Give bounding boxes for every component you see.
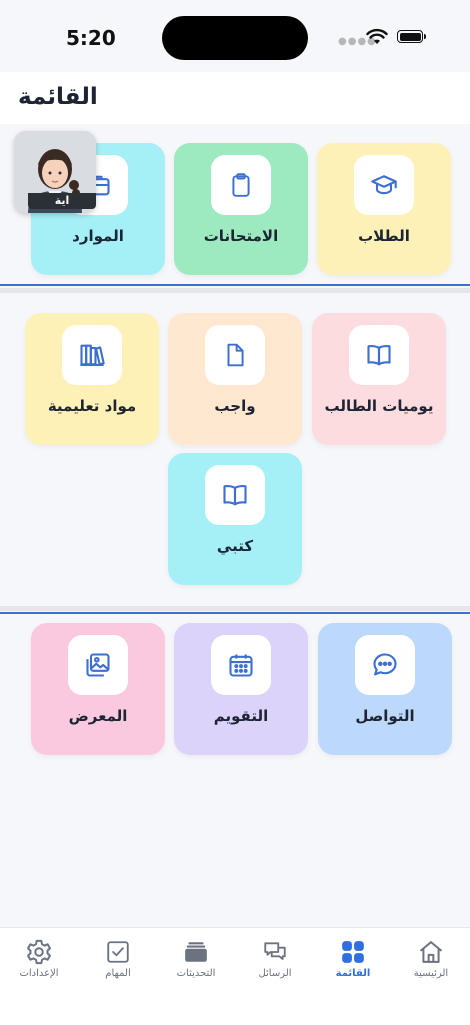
messages-icon [259, 936, 291, 968]
status-time: 5:20 [66, 26, 116, 50]
nav-label: التحديثات [176, 968, 216, 979]
nav-item-messages[interactable]: الرسائل [236, 928, 314, 998]
document-icon [205, 325, 265, 385]
nav-item-home[interactable]: الرئيسية [392, 928, 470, 998]
tile-communication[interactable]: التواصل [318, 623, 452, 755]
updates-icon [180, 936, 212, 968]
books-icon [62, 325, 122, 385]
checkbox-icon [102, 936, 134, 968]
gear-icon [23, 936, 55, 968]
tile-label: كتبي [216, 537, 254, 555]
nav-label: الرئيسية [413, 968, 449, 979]
tile-gallery[interactable]: المعرض [31, 623, 165, 755]
dynamic-island [162, 16, 308, 60]
battery-tip [424, 34, 426, 39]
tile-label: مواد تعليمية [47, 397, 137, 415]
nav-item-updates[interactable]: التحديثات [157, 928, 235, 998]
nav-item-settings[interactable]: الإعدادات [0, 928, 78, 998]
nav-item-tasks[interactable]: المهام [79, 928, 157, 998]
tile-exams[interactable]: الامتحانات [174, 143, 308, 275]
nav-item-menu[interactable]: القائمة [314, 928, 392, 998]
gallery-icon [68, 635, 128, 695]
tile-label: الامتحانات [203, 227, 279, 245]
tile-label: الطلاب [358, 227, 410, 245]
tile-label: واجب [214, 397, 256, 415]
nav-label: الرسائل [258, 968, 292, 979]
status-bar: 5:20 ●●●● [0, 0, 470, 72]
section-divider [0, 284, 470, 286]
clipboard-icon [211, 155, 271, 215]
tile-label: يوميات الطالب [324, 397, 434, 415]
grid-icon [337, 936, 369, 968]
section-divider [0, 612, 470, 614]
open-book-icon [349, 325, 409, 385]
tile-label: التواصل [355, 707, 415, 725]
section-separator [0, 288, 470, 293]
home-icon [415, 936, 447, 968]
section-separator [0, 606, 470, 611]
tile-label: التقويم [213, 707, 269, 725]
tile-label: المعرض [68, 707, 128, 725]
tile-my-books[interactable]: كتبي [168, 453, 302, 585]
avatar-name: اية [28, 193, 96, 209]
bottom-nav: الرئيسية القائمة الرسائل التحديثات المها… [0, 927, 470, 1025]
tile-homework[interactable]: واجب [168, 313, 302, 445]
header: القائمة [0, 72, 470, 124]
nav-label: القائمة [335, 968, 371, 979]
tile-student-diary[interactable]: يوميات الطالب [312, 313, 446, 445]
calendar-icon [211, 635, 271, 695]
nav-label: الإعدادات [19, 968, 59, 979]
open-book-icon [205, 465, 265, 525]
wifi-icon [366, 28, 388, 44]
tile-label: الموارد [72, 227, 124, 245]
page-title: القائمة [18, 84, 98, 110]
nav-label: المهام [105, 968, 131, 979]
chat-bubble-icon [355, 635, 415, 695]
graduation-cap-icon [354, 155, 414, 215]
tile-learning-materials[interactable]: مواد تعليمية [25, 313, 159, 445]
tile-calendar[interactable]: التقويم [174, 623, 308, 755]
battery-icon [397, 30, 423, 43]
tile-students[interactable]: الطلاب [317, 143, 451, 275]
